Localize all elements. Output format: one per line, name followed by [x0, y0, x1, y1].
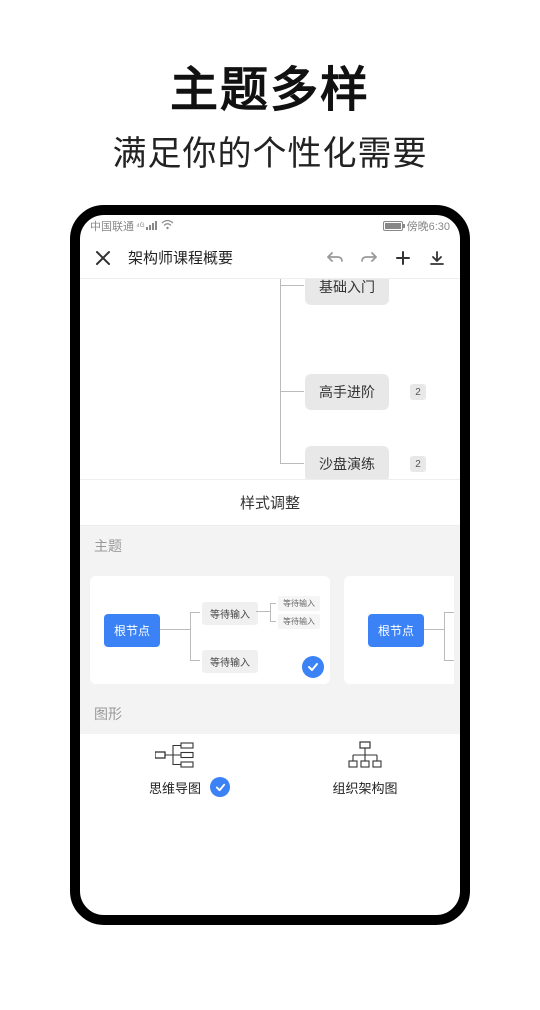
child-count-badge[interactable]: 2 — [410, 456, 426, 472]
section-label-theme: 主题 — [80, 526, 460, 566]
signal-icon: ⁴ᴳ — [136, 221, 144, 231]
theme-root-node: 根节点 — [104, 614, 160, 647]
theme-card[interactable]: 根节点 等待输入 等待输入 等待输入 等待输入 — [90, 576, 330, 684]
clock-label: 傍晚6:30 — [407, 218, 450, 234]
selected-check-icon — [302, 656, 324, 678]
theme-root-node: 根节点 — [368, 614, 424, 647]
theme-card[interactable]: 根节点 — [344, 576, 454, 684]
child-count-badge[interactable]: 2 — [410, 384, 426, 400]
shape-option-orgchart[interactable]: 组织架构图 — [270, 740, 460, 797]
shape-label: 思维导图 — [149, 778, 201, 797]
shape-option-mindmap[interactable]: 思维导图 — [80, 740, 270, 797]
theme-gchild-node: 等待输入 — [278, 614, 320, 629]
theme-selector[interactable]: 根节点 等待输入 等待输入 等待输入 等待输入 根节点 — [80, 566, 460, 694]
redo-button[interactable] — [354, 243, 384, 273]
mindmap-canvas[interactable]: 基础入门 高手进阶 2 沙盘演练 2 — [80, 279, 460, 479]
close-button[interactable] — [88, 243, 118, 273]
phone-frame: 中国联通 ⁴ᴳ 傍晚6:30 架构师课程概要 — [70, 205, 470, 925]
download-button[interactable] — [422, 243, 452, 273]
undo-button[interactable] — [320, 243, 350, 273]
mindmap-icon — [155, 740, 195, 770]
carrier-label: 中国联通 — [90, 218, 134, 234]
status-bar: 中国联通 ⁴ᴳ 傍晚6:30 — [80, 215, 460, 237]
app-header: 架构师课程概要 — [80, 237, 460, 279]
shape-label: 组织架构图 — [332, 778, 397, 797]
add-button[interactable] — [388, 243, 418, 273]
mindmap-node[interactable]: 高手进阶 — [305, 374, 389, 410]
promo-title: 主题多样 — [0, 50, 540, 120]
signal-bars-icon — [146, 220, 158, 233]
mindmap-node[interactable]: 基础入门 — [305, 279, 389, 305]
orgchart-icon — [345, 740, 385, 770]
section-label-shape: 图形 — [80, 694, 460, 734]
theme-child-node: 等待输入 — [202, 602, 258, 625]
theme-child-node: 等待输入 — [202, 650, 258, 673]
promo-subtitle: 满足你的个性化需要 — [0, 126, 540, 175]
wifi-icon — [161, 220, 174, 233]
battery-icon — [383, 221, 403, 231]
mindmap-node[interactable]: 沙盘演练 — [305, 446, 389, 479]
document-title: 架构师课程概要 — [128, 247, 310, 268]
selected-check-icon — [210, 777, 230, 797]
style-panel-title: 样式调整 — [80, 479, 460, 526]
theme-gchild-node: 等待输入 — [278, 596, 320, 611]
shape-selector: 思维导图 组织架构图 — [80, 734, 460, 811]
